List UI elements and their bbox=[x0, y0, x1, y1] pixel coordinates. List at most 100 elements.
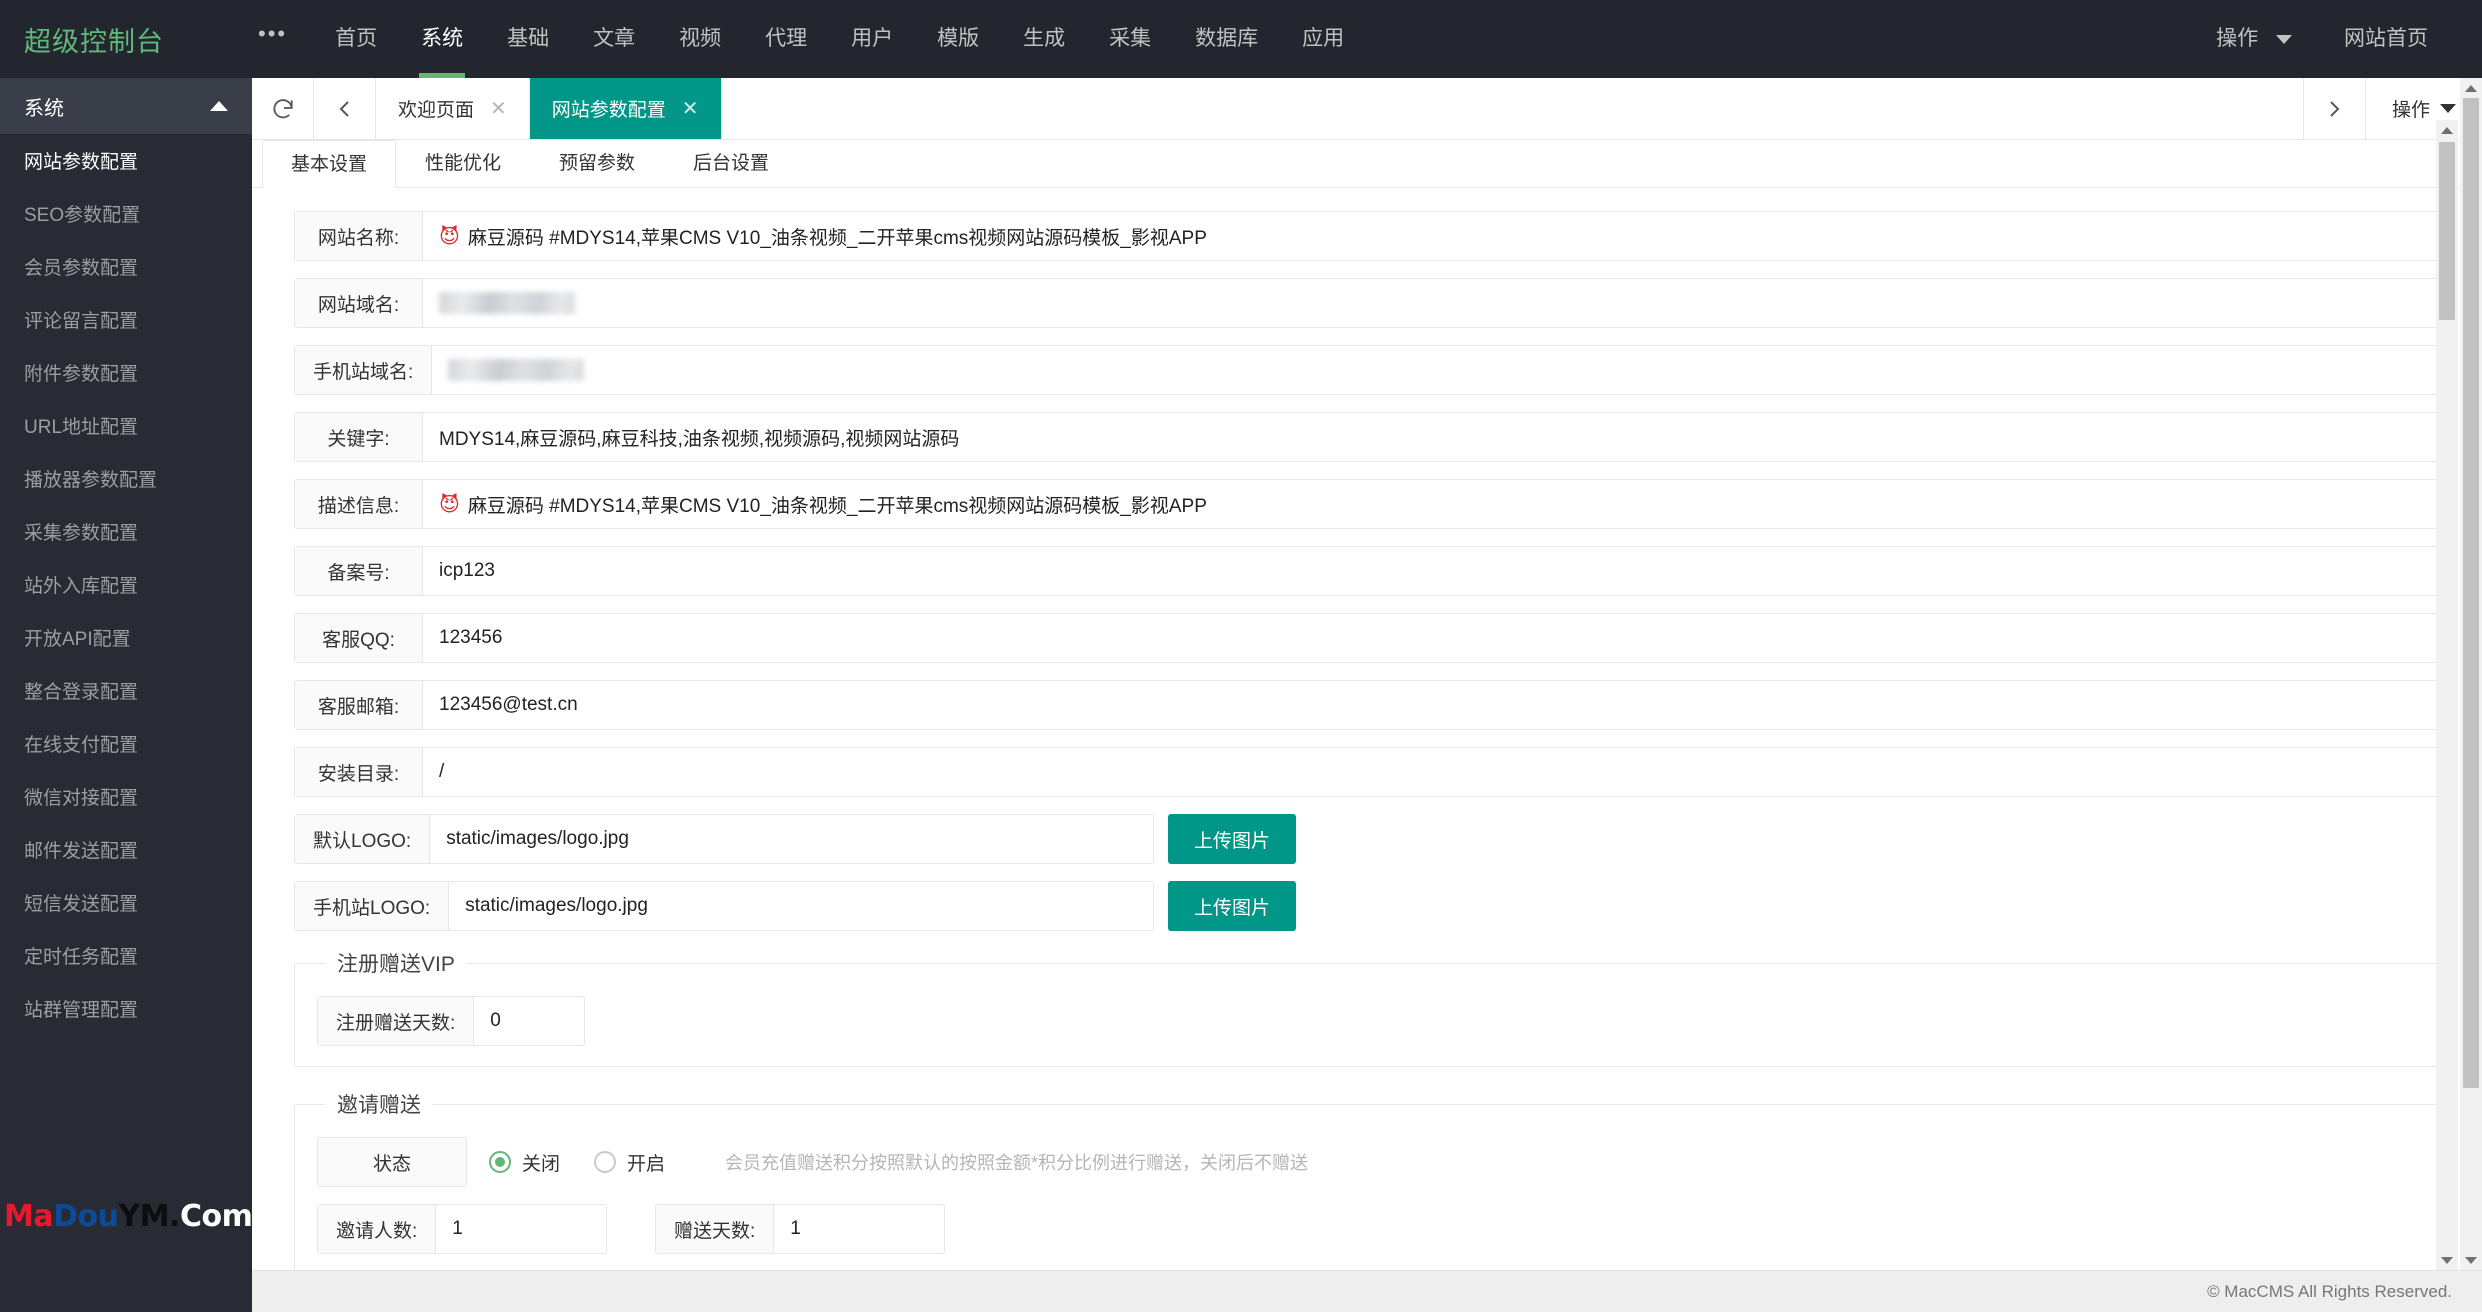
form-input-2[interactable] bbox=[432, 346, 2439, 394]
sidebar-group-system[interactable]: 系统 bbox=[0, 78, 252, 134]
form-input-4[interactable]: 😈麻豆源码 #MDYS14,苹果CMS V10_油条视频_二开苹果cms视频网站… bbox=[423, 480, 2439, 528]
form-field-2: 手机站域名: bbox=[294, 345, 2440, 395]
form-input-3[interactable]: MDYS14,麻豆源码,麻豆科技,油条视频,视频源码,视频网站源码 bbox=[423, 413, 2439, 461]
field-value-text: MDYS14,麻豆源码,麻豆科技,油条视频,视频源码,视频网站源码 bbox=[439, 424, 959, 451]
sidebar-item-1[interactable]: SEO参数配置 bbox=[0, 187, 252, 240]
sidebar-item-4[interactable]: 附件参数配置 bbox=[0, 346, 252, 399]
form-input-8[interactable]: / bbox=[423, 748, 2439, 796]
refresh-icon[interactable] bbox=[252, 78, 314, 139]
form-row: 网站名称:😈麻豆源码 #MDYS14,苹果CMS V10_油条视频_二开苹果cm… bbox=[294, 211, 2440, 261]
invite-count-input-0[interactable]: 1 bbox=[436, 1205, 606, 1253]
sidebar-item-0[interactable]: 网站参数配置 bbox=[0, 134, 252, 187]
field-label: 手机站域名: bbox=[295, 346, 432, 394]
sidebar-item-7[interactable]: 采集参数配置 bbox=[0, 505, 252, 558]
page-scroll-thumb[interactable] bbox=[2463, 98, 2479, 1088]
app-logo[interactable]: 超级控制台 bbox=[0, 20, 250, 59]
logo-input-1[interactable]: static/images/logo.jpg bbox=[449, 882, 1153, 930]
sub-tab-0[interactable]: 基本设置 bbox=[262, 140, 396, 188]
sidebar-item-9[interactable]: 开放API配置 bbox=[0, 611, 252, 664]
chevron-up-icon bbox=[210, 101, 228, 111]
sidebar-item-13[interactable]: 邮件发送配置 bbox=[0, 823, 252, 876]
form-input-6[interactable]: 123456 bbox=[423, 614, 2439, 662]
open-tab-1[interactable]: 网站参数配置✕ bbox=[530, 78, 722, 139]
upload-image-button-1[interactable]: 上传图片 bbox=[1168, 881, 1296, 931]
sub-tab-bar: 基本设置性能优化预留参数后台设置 bbox=[252, 140, 2482, 188]
form-field-0: 网站名称:😈麻豆源码 #MDYS14,苹果CMS V10_油条视频_二开苹果cm… bbox=[294, 211, 2440, 261]
nav-item-1[interactable]: 系统 bbox=[399, 0, 485, 78]
scroll-up-arrow-icon[interactable] bbox=[2436, 120, 2458, 140]
sidebar-footer-fill bbox=[0, 1270, 252, 1312]
inner-scroll-thumb[interactable] bbox=[2439, 142, 2455, 320]
chevron-right-icon[interactable] bbox=[2303, 78, 2365, 139]
nav-action-menu[interactable]: 操作 bbox=[2190, 0, 2318, 78]
sidebar-item-11[interactable]: 在线支付配置 bbox=[0, 717, 252, 770]
form-row: 手机站域名: bbox=[294, 345, 2440, 395]
chevron-left-icon[interactable] bbox=[314, 78, 376, 139]
upload-image-button-0[interactable]: 上传图片 bbox=[1168, 814, 1296, 864]
sub-tab-3[interactable]: 后台设置 bbox=[664, 139, 798, 187]
register-days-input[interactable]: 0 bbox=[474, 997, 584, 1045]
sidebar-item-5[interactable]: URL地址配置 bbox=[0, 399, 252, 452]
nav-right-group: 操作 网站首页 bbox=[2190, 0, 2482, 78]
sidebar-item-16[interactable]: 站群管理配置 bbox=[0, 982, 252, 1035]
close-icon[interactable]: ✕ bbox=[490, 99, 507, 119]
form-row: 安装目录:/ bbox=[294, 747, 2440, 797]
gift-days-field-0: 赠送天数:1 bbox=[655, 1204, 945, 1254]
form-row: 客服QQ:123456 bbox=[294, 613, 2440, 663]
field-label: 网站域名: bbox=[295, 279, 423, 327]
sidebar-item-2[interactable]: 会员参数配置 bbox=[0, 240, 252, 293]
logo-input-0[interactable]: static/images/logo.jpg bbox=[430, 815, 1153, 863]
field-label: 默认LOGO: bbox=[295, 815, 430, 863]
nav-item-9[interactable]: 采集 bbox=[1087, 0, 1173, 78]
sidebar-item-15[interactable]: 定时任务配置 bbox=[0, 929, 252, 982]
nav-item-10[interactable]: 数据库 bbox=[1173, 0, 1280, 78]
invite-status-radio-0[interactable]: 关闭 bbox=[489, 1149, 560, 1176]
form-row: 网站域名: bbox=[294, 278, 2440, 328]
nav-item-4[interactable]: 视频 bbox=[657, 0, 743, 78]
nav-more-dots-icon[interactable]: ••• bbox=[250, 21, 313, 57]
settings-form: 网站名称:😈麻豆源码 #MDYS14,苹果CMS V10_油条视频_二开苹果cm… bbox=[252, 189, 2482, 1271]
form-input-1[interactable] bbox=[423, 279, 2439, 327]
logo-field-0: 默认LOGO:static/images/logo.jpg bbox=[294, 814, 1154, 864]
nav-item-5[interactable]: 代理 bbox=[743, 0, 829, 78]
devil-emoji-icon: 😈 bbox=[439, 492, 460, 517]
field-label: 手机站LOGO: bbox=[295, 882, 449, 930]
form-field-3: 关键字:MDYS14,麻豆源码,麻豆科技,油条视频,视频源码,视频网站源码 bbox=[294, 412, 2440, 462]
form-input-0[interactable]: 😈麻豆源码 #MDYS14,苹果CMS V10_油条视频_二开苹果cms视频网站… bbox=[423, 212, 2439, 260]
invite-status-row: 状态关闭开启会员充值赠送积分按照默认的按照金额*积分比例进行赠送，关闭后不赠送 bbox=[317, 1137, 2417, 1187]
nav-item-3[interactable]: 文章 bbox=[571, 0, 657, 78]
nav-item-6[interactable]: 用户 bbox=[829, 0, 915, 78]
sub-tab-2[interactable]: 预留参数 bbox=[530, 139, 664, 187]
site-watermark: MaDouYM.Com bbox=[4, 1199, 252, 1234]
sidebar-item-6[interactable]: 播放器参数配置 bbox=[0, 452, 252, 505]
nav-item-8[interactable]: 生成 bbox=[1001, 0, 1087, 78]
nav-site-home[interactable]: 网站首页 bbox=[2318, 0, 2454, 78]
scroll-up-arrow-icon[interactable] bbox=[2460, 78, 2482, 98]
sidebar-item-8[interactable]: 站外入库配置 bbox=[0, 558, 252, 611]
form-field-8: 安装目录:/ bbox=[294, 747, 2440, 797]
form-input-5[interactable]: icp123 bbox=[423, 547, 2439, 595]
sidebar-item-12[interactable]: 微信对接配置 bbox=[0, 770, 252, 823]
open-tab-0[interactable]: 欢迎页面 ✕ bbox=[376, 78, 530, 139]
radio-label: 开启 bbox=[627, 1149, 665, 1176]
sidebar: 系统 网站参数配置SEO参数配置会员参数配置评论留言配置附件参数配置URL地址配… bbox=[0, 78, 252, 1312]
sidebar-item-3[interactable]: 评论留言配置 bbox=[0, 293, 252, 346]
scroll-down-arrow-icon[interactable] bbox=[2436, 1250, 2458, 1270]
nav-item-2[interactable]: 基础 bbox=[485, 0, 571, 78]
scroll-down-arrow-icon[interactable] bbox=[2460, 1250, 2482, 1270]
form-input-7[interactable]: 123456@test.cn bbox=[423, 681, 2439, 729]
invite-status-radio-1[interactable]: 开启 bbox=[594, 1149, 665, 1176]
nav-item-0[interactable]: 首页 bbox=[313, 0, 399, 78]
page-scrollbar[interactable] bbox=[2460, 78, 2482, 1270]
sidebar-item-14[interactable]: 短信发送配置 bbox=[0, 876, 252, 929]
gift-days-input-0[interactable]: 1 bbox=[774, 1205, 944, 1253]
nav-item-11[interactable]: 应用 bbox=[1280, 0, 1366, 78]
sub-tab-1[interactable]: 性能优化 bbox=[396, 139, 530, 187]
inner-scrollbar[interactable] bbox=[2436, 120, 2458, 1270]
invite-status-radio-group: 关闭 开启 bbox=[489, 1149, 699, 1176]
close-icon[interactable]: ✕ bbox=[682, 99, 699, 119]
open-tab-label: 欢迎页面 bbox=[398, 95, 474, 122]
nav-item-7[interactable]: 模版 bbox=[915, 0, 1001, 78]
logo-row: 手机站LOGO:static/images/logo.jpg 上传图片 bbox=[294, 881, 2440, 931]
sidebar-item-10[interactable]: 整合登录配置 bbox=[0, 664, 252, 717]
